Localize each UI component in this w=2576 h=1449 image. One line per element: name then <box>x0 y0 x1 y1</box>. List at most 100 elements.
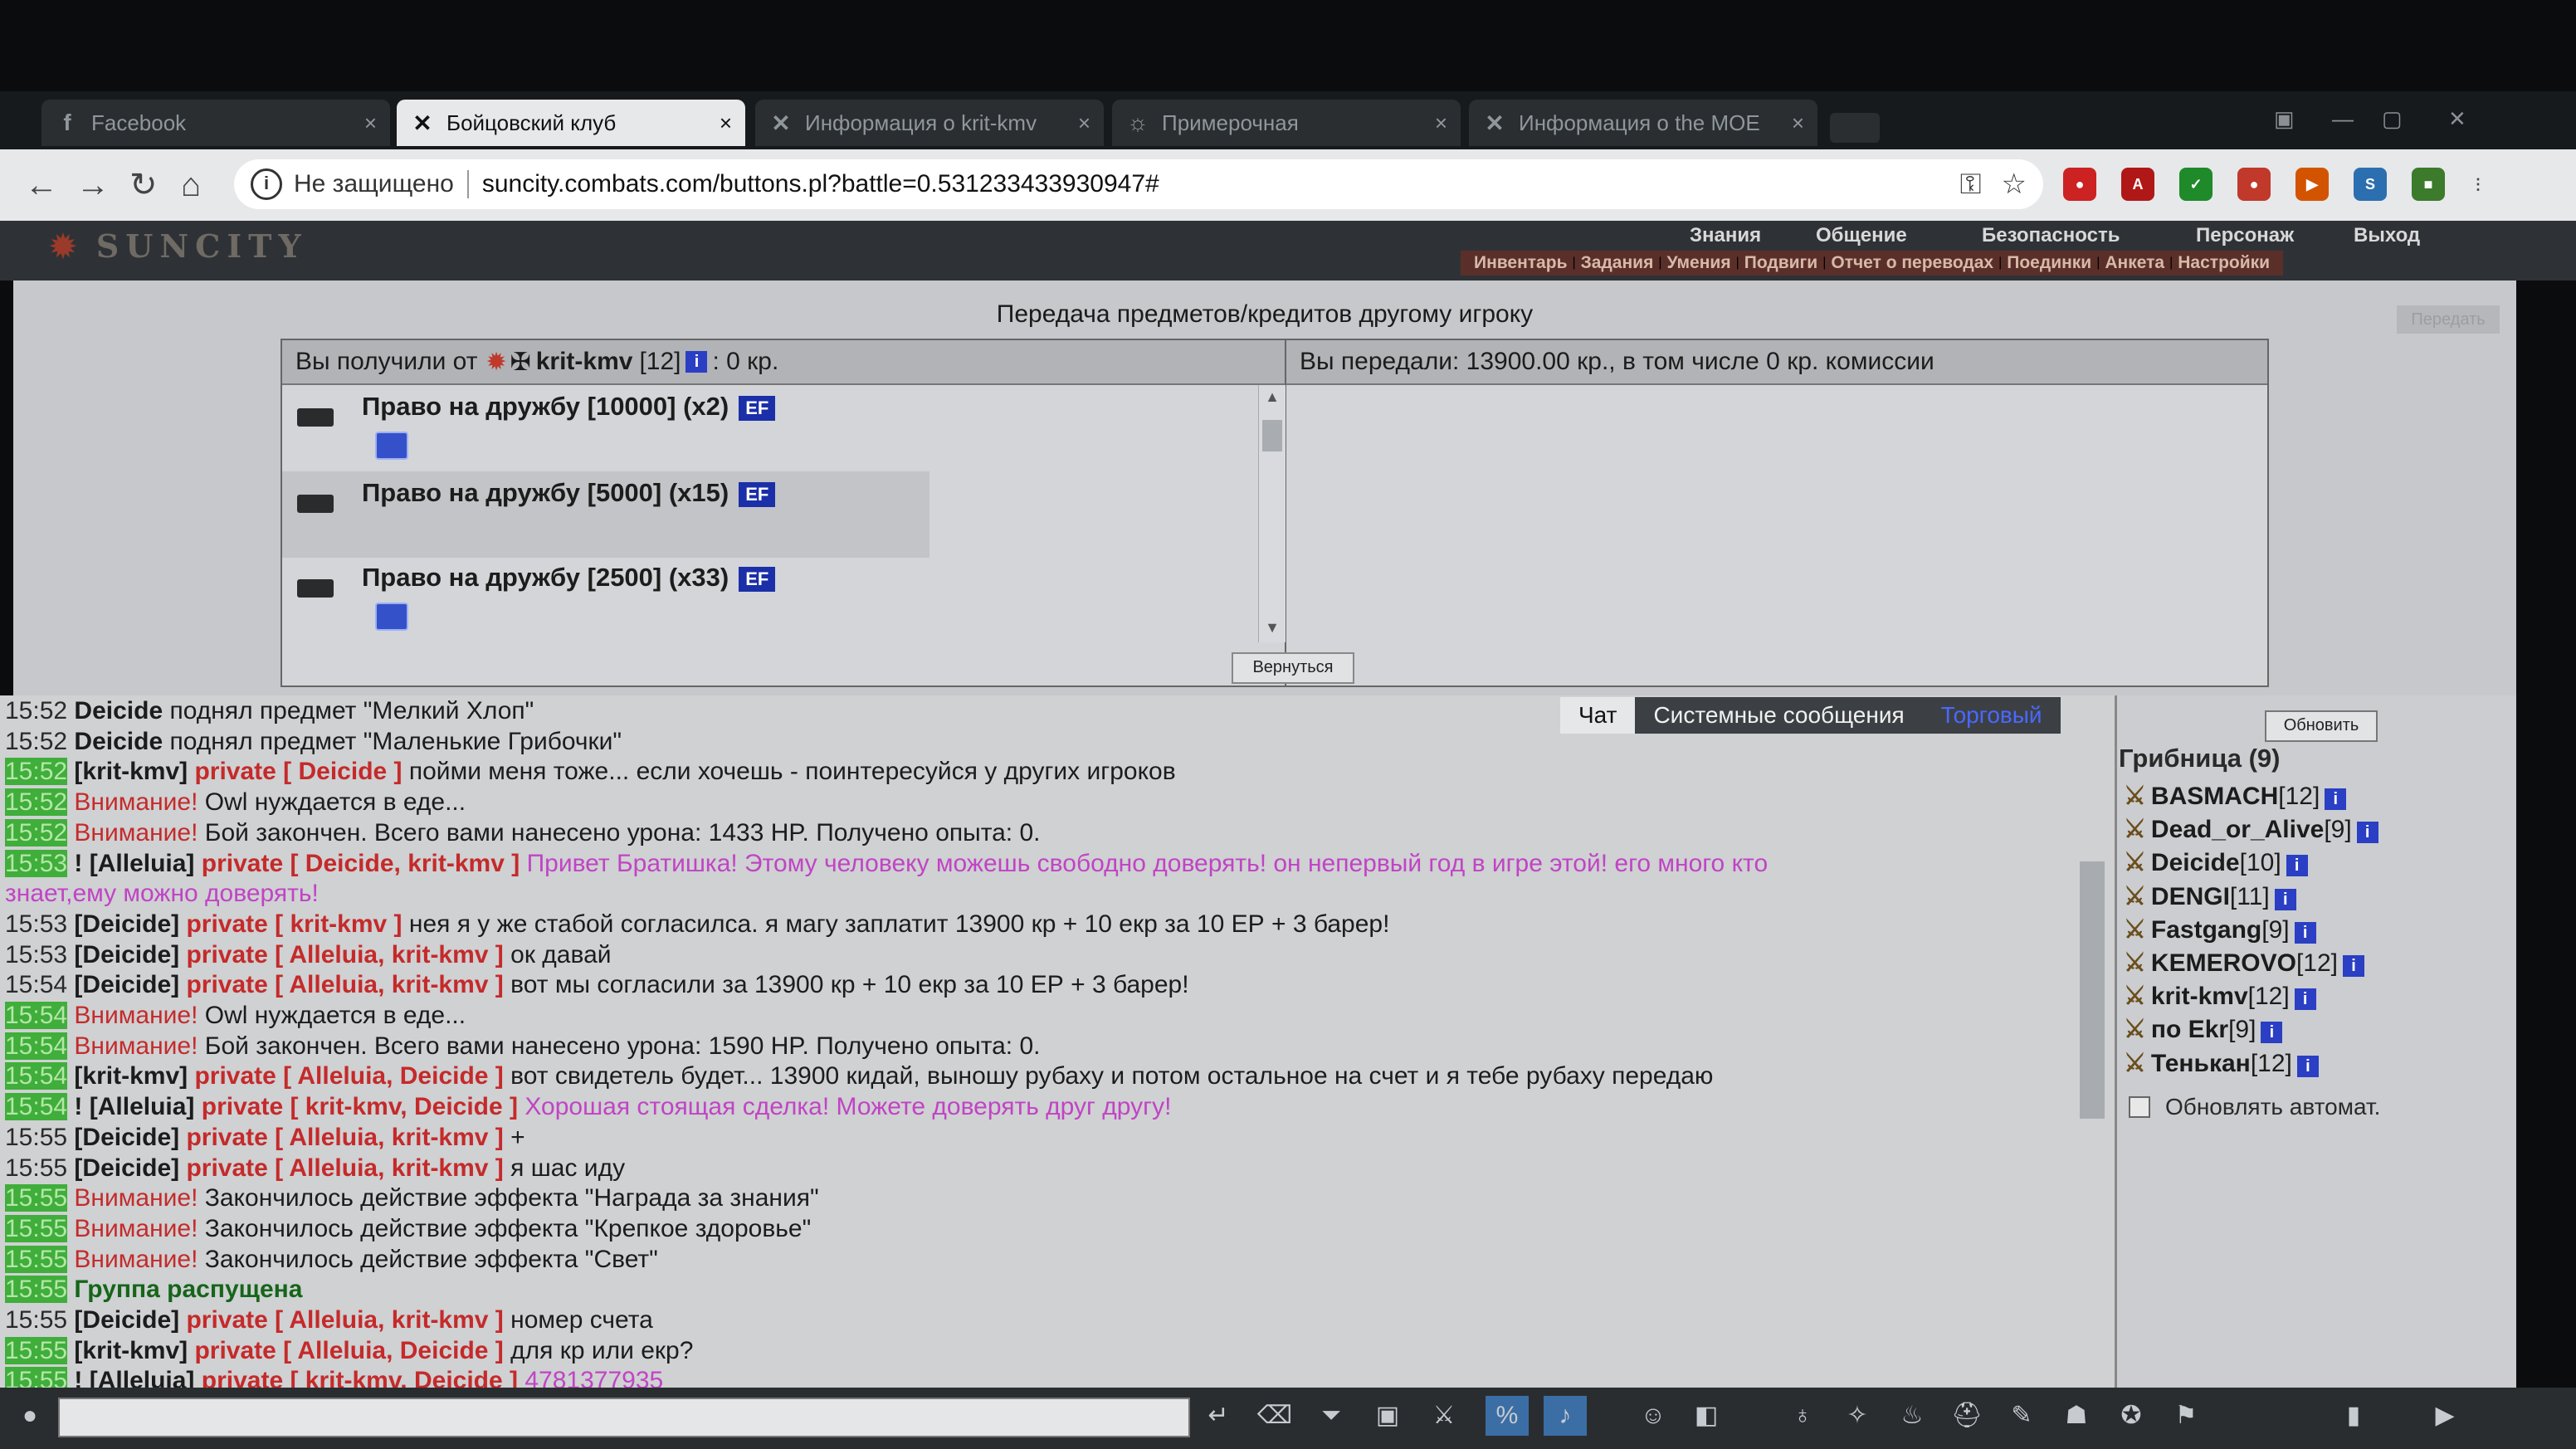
tab-close-icon[interactable]: × <box>364 110 377 136</box>
filter-icon[interactable]: ⏷ <box>1310 1396 1353 1436</box>
tab-primerochnaya[interactable]: ☼ Примерочная × <box>1112 100 1461 146</box>
tab-close-icon[interactable]: × <box>1792 110 1804 136</box>
user-nick[interactable]: Fastgang <box>2151 916 2261 944</box>
message-author[interactable]: ! [Alleluia] <box>74 850 194 877</box>
tab-close-icon[interactable]: × <box>1435 110 1447 136</box>
chat-input[interactable] <box>58 1398 1190 1437</box>
online-user[interactable]: ⚔ DENGI[11] i <box>2124 882 2301 911</box>
message-author[interactable]: [krit-kmv] <box>74 1062 188 1090</box>
user-nick[interactable]: krit-kmv <box>2151 983 2248 1010</box>
home-icon[interactable]: ⌂ <box>181 163 201 207</box>
menu-exit[interactable]: Выход <box>2354 224 2420 247</box>
private-recipients[interactable]: private [ Alleluia, krit-kmv ] <box>179 941 510 968</box>
user-nick[interactable]: по Ekr <box>2151 1016 2228 1043</box>
send-icon[interactable]: ↵ <box>1197 1396 1240 1436</box>
info-icon[interactable]: i <box>2325 788 2347 810</box>
extension-green-icon[interactable]: ■ <box>2412 168 2445 201</box>
auto-refresh-checkbox[interactable] <box>2129 1096 2150 1118</box>
tab-system-messages[interactable]: Системные сообщения <box>1635 697 1923 734</box>
minimize-icon[interactable]: — <box>2332 106 2354 132</box>
info-icon[interactable]: i <box>2286 855 2308 877</box>
scroll-icon[interactable]: ✎ <box>2000 1396 2043 1436</box>
online-user[interactable]: ⚔ Fastgang[9] i <box>2124 915 2321 944</box>
submenu-settings[interactable]: Настройки <box>2178 253 2270 273</box>
potion-icon[interactable]: ♁ <box>1781 1396 1824 1436</box>
save-icon[interactable]: ▣ <box>1366 1396 1409 1436</box>
tab-facebook[interactable]: f Facebook × <box>41 100 390 146</box>
submenu-inventory[interactable]: Инвентарь <box>1474 253 1567 273</box>
tab-chat[interactable]: Чат <box>1560 697 1636 734</box>
user-nick[interactable]: Dead_or_Alive <box>2151 816 2324 843</box>
tab-close-icon[interactable]: × <box>720 110 732 136</box>
play-icon[interactable]: ▶ <box>2423 1396 2466 1436</box>
refresh-button[interactable]: Обновить <box>2265 710 2378 742</box>
menu-communication[interactable]: Общение <box>1816 224 1907 247</box>
scroll-up-icon[interactable]: ▲ <box>1259 388 1286 406</box>
chat-scrollbar[interactable] <box>2080 861 2105 1119</box>
private-recipients[interactable]: private [ Alleluia, krit-kmv ] <box>179 1306 510 1334</box>
menu-character[interactable]: Персонаж <box>2196 224 2294 247</box>
online-user[interactable]: ⚔ krit-kmv[12] i <box>2124 982 2321 1011</box>
menu-dots-icon[interactable]: ⋮ <box>2461 168 2495 201</box>
private-recipients[interactable]: private [ Deicide, krit-kmv ] <box>194 850 526 877</box>
sender-nick[interactable]: krit-kmv <box>536 348 633 376</box>
exit-icon[interactable]: ▮ <box>2332 1396 2375 1436</box>
attack-icon[interactable]: ⚔ <box>2124 816 2146 843</box>
info-icon[interactable]: i <box>2261 1022 2283 1044</box>
flask-icon[interactable]: ♨ <box>1891 1396 1934 1436</box>
list-item[interactable]: Право на дружбу [2500] (x33) EF <box>282 556 929 642</box>
user-nick[interactable]: Deicide <box>2151 849 2240 876</box>
info-icon[interactable]: i <box>2294 921 2316 944</box>
user-nick[interactable]: Тенькан <box>2151 1050 2251 1077</box>
attack-icon[interactable]: ⚔ <box>2124 883 2146 910</box>
helmet-icon[interactable]: ⛑ <box>1945 1396 1988 1436</box>
new-tab-button[interactable] <box>1830 113 1880 143</box>
message-author[interactable]: [Deicide] <box>74 1306 179 1334</box>
online-user[interactable]: ⚔ Тенькан[12] i <box>2124 1049 2324 1078</box>
extension-counter-icon[interactable]: ● <box>2237 168 2271 201</box>
translit-icon[interactable]: % <box>1486 1396 1529 1436</box>
site-logo[interactable]: ✹ SUNCITY <box>50 227 308 265</box>
info-icon[interactable]: i <box>251 168 282 200</box>
items-scrollbar[interactable]: ▲ ▼ <box>1258 385 1286 642</box>
menu-security[interactable]: Безопасность <box>1982 224 2120 247</box>
back-arrow-icon[interactable]: ← <box>25 163 58 207</box>
profile-icon[interactable]: ▣ <box>2274 106 2295 132</box>
info-icon[interactable]: i <box>2342 955 2364 977</box>
tab-info-moe[interactable]: ✕ Информация о the MOE × <box>1469 100 1817 146</box>
reload-icon[interactable]: ↻ <box>129 163 158 207</box>
back-button[interactable]: Вернуться <box>1232 652 1354 684</box>
auto-refresh-option[interactable]: Обновлять автомат. <box>2129 1094 2380 1120</box>
message-author[interactable]: [Deicide] <box>74 1124 179 1151</box>
extension-arrow-icon[interactable]: ▶ <box>2295 168 2329 201</box>
group-icon[interactable]: ☗ <box>2055 1396 2098 1436</box>
tab-fight-club[interactable]: ✕ Бойцовский клуб × <box>397 100 745 146</box>
info-icon[interactable]: i <box>2296 1055 2319 1077</box>
online-user[interactable]: ⚔ BASMACH[12] i <box>2124 782 2351 811</box>
submenu-quests[interactable]: Задания <box>1581 253 1654 273</box>
eraser-icon[interactable]: ⌫ <box>1253 1396 1296 1436</box>
online-user[interactable]: ⚔ Deicide[10] i <box>2124 848 2313 877</box>
url-text[interactable]: suncity.combats.com/buttons.pl?battle=0.… <box>482 170 1940 198</box>
message-author[interactable]: Deicide <box>74 728 163 755</box>
bag-icon[interactable]: ⚑ <box>2164 1396 2208 1436</box>
scroll-down-icon[interactable]: ▼ <box>1259 619 1286 637</box>
magic-icon[interactable]: ✧ <box>1836 1396 1879 1436</box>
key-icon[interactable]: ⚿ <box>1960 168 1982 201</box>
smiley-icon[interactable]: ☺ <box>1632 1396 1675 1436</box>
submenu-skills[interactable]: Умения <box>1667 253 1731 273</box>
attack-icon[interactable]: ⚔ <box>2124 916 2146 944</box>
online-user[interactable]: ⚔ KEMEROVO[12] i <box>2124 949 2369 978</box>
rune-icon[interactable]: ✪ <box>2110 1396 2153 1436</box>
attack-icon[interactable]: ⚔ <box>2124 1050 2146 1077</box>
attack-icon[interactable]: ⚔ <box>2124 849 2146 876</box>
user-nick[interactable]: BASMACH <box>2151 783 2278 810</box>
online-user[interactable]: ⚔ по Ekr[9] i <box>2124 1015 2287 1044</box>
volume-icon[interactable]: ♪ <box>1544 1396 1587 1436</box>
private-recipients[interactable]: private [ krit-kmv ] <box>179 910 409 938</box>
map-icon[interactable]: ◧ <box>1685 1396 1728 1436</box>
message-author[interactable]: [Deicide] <box>74 971 179 998</box>
list-item[interactable]: Право на дружбу [5000] (x15) EF <box>282 471 929 558</box>
info-icon[interactable]: i <box>685 351 708 373</box>
private-recipients[interactable]: private [ Deicide ] <box>188 758 409 785</box>
